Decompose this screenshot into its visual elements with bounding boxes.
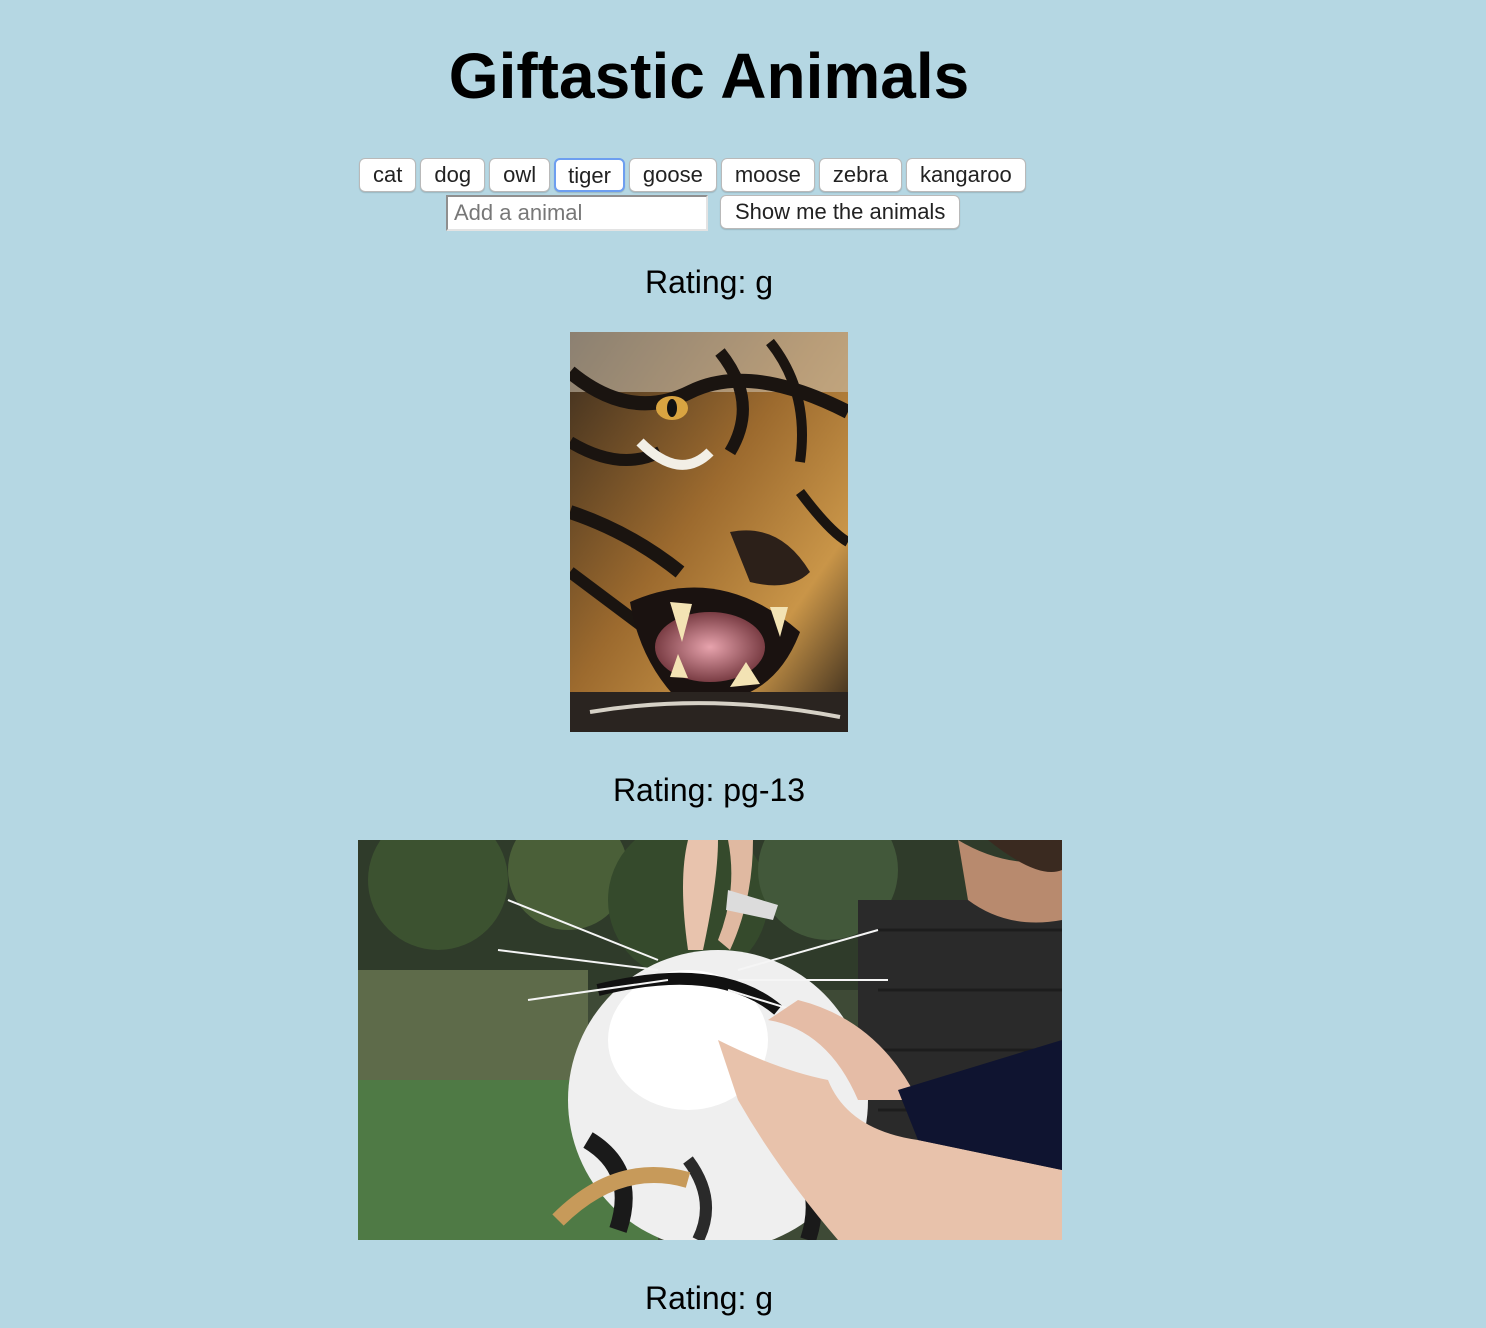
animal-button-moose[interactable]: moose [720, 158, 815, 192]
tiger-teeth-check-gif[interactable] [358, 840, 1062, 1240]
add-animal-input[interactable] [446, 195, 708, 231]
gif-rating: Rating: g [644, 264, 774, 300]
tiger-snarling-gif[interactable] [570, 332, 848, 732]
animal-button-bar: cat dog owl tiger goose moose zebra kang… [359, 158, 1026, 192]
add-animal-form: Show me the animals [446, 195, 961, 231]
page-title: Giftastic Animals [448, 40, 970, 112]
show-animals-button[interactable]: Show me the animals [720, 195, 961, 229]
gif-rating: Rating: pg-13 [612, 772, 806, 808]
animal-button-tiger[interactable]: tiger [554, 158, 625, 192]
animal-button-zebra[interactable]: zebra [818, 158, 902, 192]
page: Giftastic Animals cat dog owl tiger goos… [0, 0, 1486, 1328]
gif-rating: Rating: g [644, 1280, 774, 1316]
tiger-teeth-check-image [358, 840, 1062, 1240]
animal-button-owl[interactable]: owl [489, 158, 551, 192]
animal-button-cat[interactable]: cat [359, 158, 417, 192]
animal-button-kangaroo[interactable]: kangaroo [905, 158, 1026, 192]
animal-button-goose[interactable]: goose [628, 158, 717, 192]
animal-button-dog[interactable]: dog [420, 158, 486, 192]
tiger-snarling-image [570, 332, 848, 732]
